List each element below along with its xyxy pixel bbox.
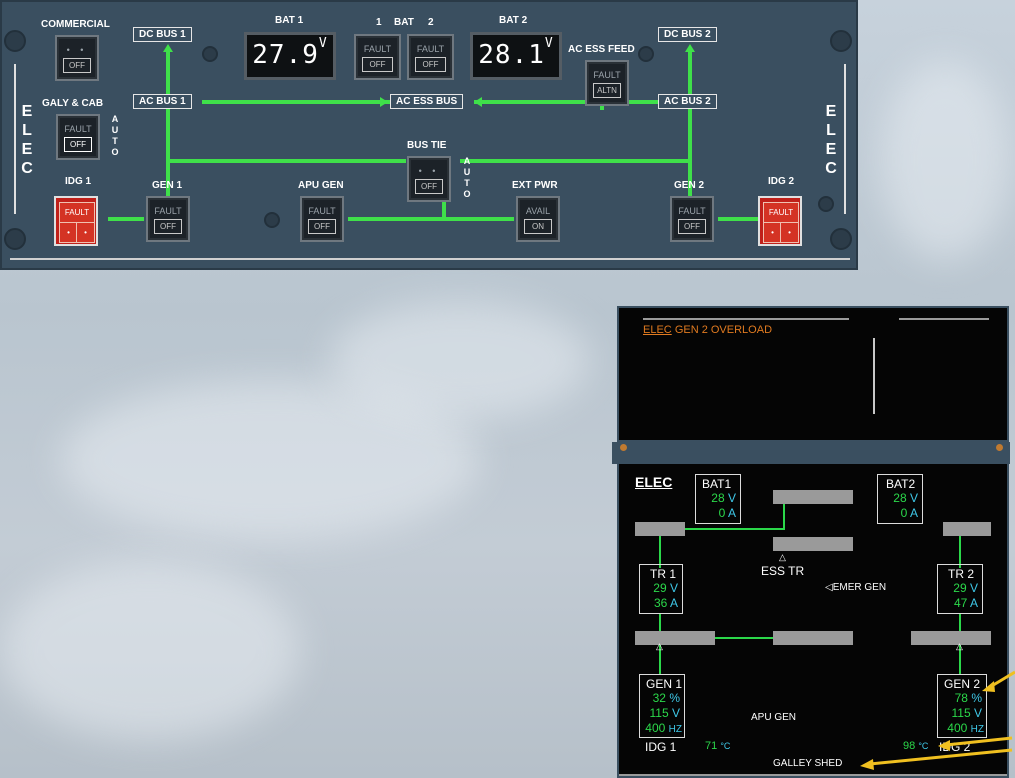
arrow-head-icon	[860, 759, 874, 770]
annotation-arrow	[945, 736, 1013, 747]
arrow-head-icon	[938, 740, 950, 751]
annotation-arrows	[860, 670, 1015, 770]
arrow-head-icon	[982, 681, 995, 692]
annotation-arrow	[869, 748, 1013, 766]
